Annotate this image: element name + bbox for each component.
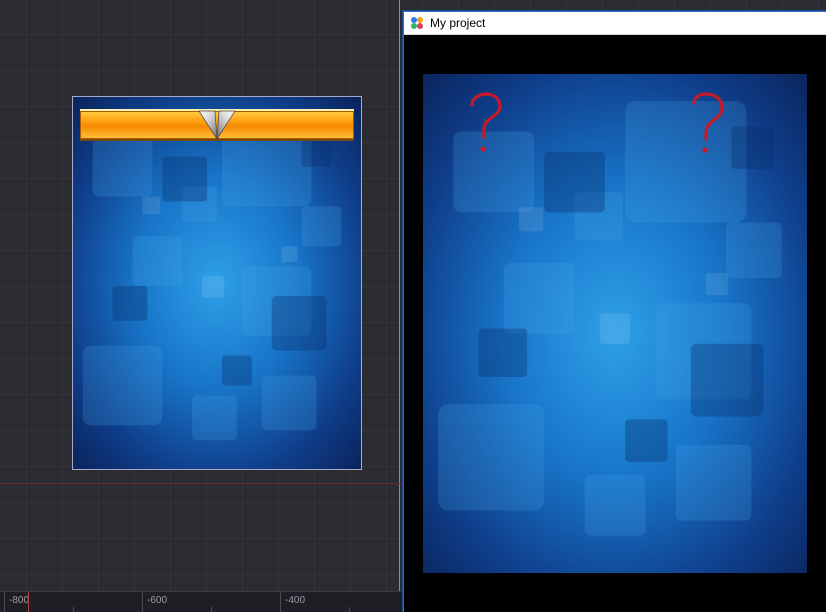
vertical-guide [399,0,400,612]
annotation-question-mark [464,87,514,159]
preview-titlebar[interactable]: My project [404,12,826,35]
annotation-question-mark [684,87,734,159]
ruler-tick-label: -400 [285,595,305,606]
orange-tile-bar [80,109,354,141]
ruler-tick-label: -800 [9,595,29,606]
ruler-tick-label: -600 [147,595,167,606]
scene-view[interactable] [72,96,362,470]
app-icon [410,16,424,30]
preview-title: My project [430,16,485,30]
scene-background-image [73,97,361,469]
ruler-origin-marker [28,592,30,612]
preview-client-area [404,35,826,612]
preview-window[interactable]: My project [403,11,826,612]
metal-notch-icon [197,109,237,141]
